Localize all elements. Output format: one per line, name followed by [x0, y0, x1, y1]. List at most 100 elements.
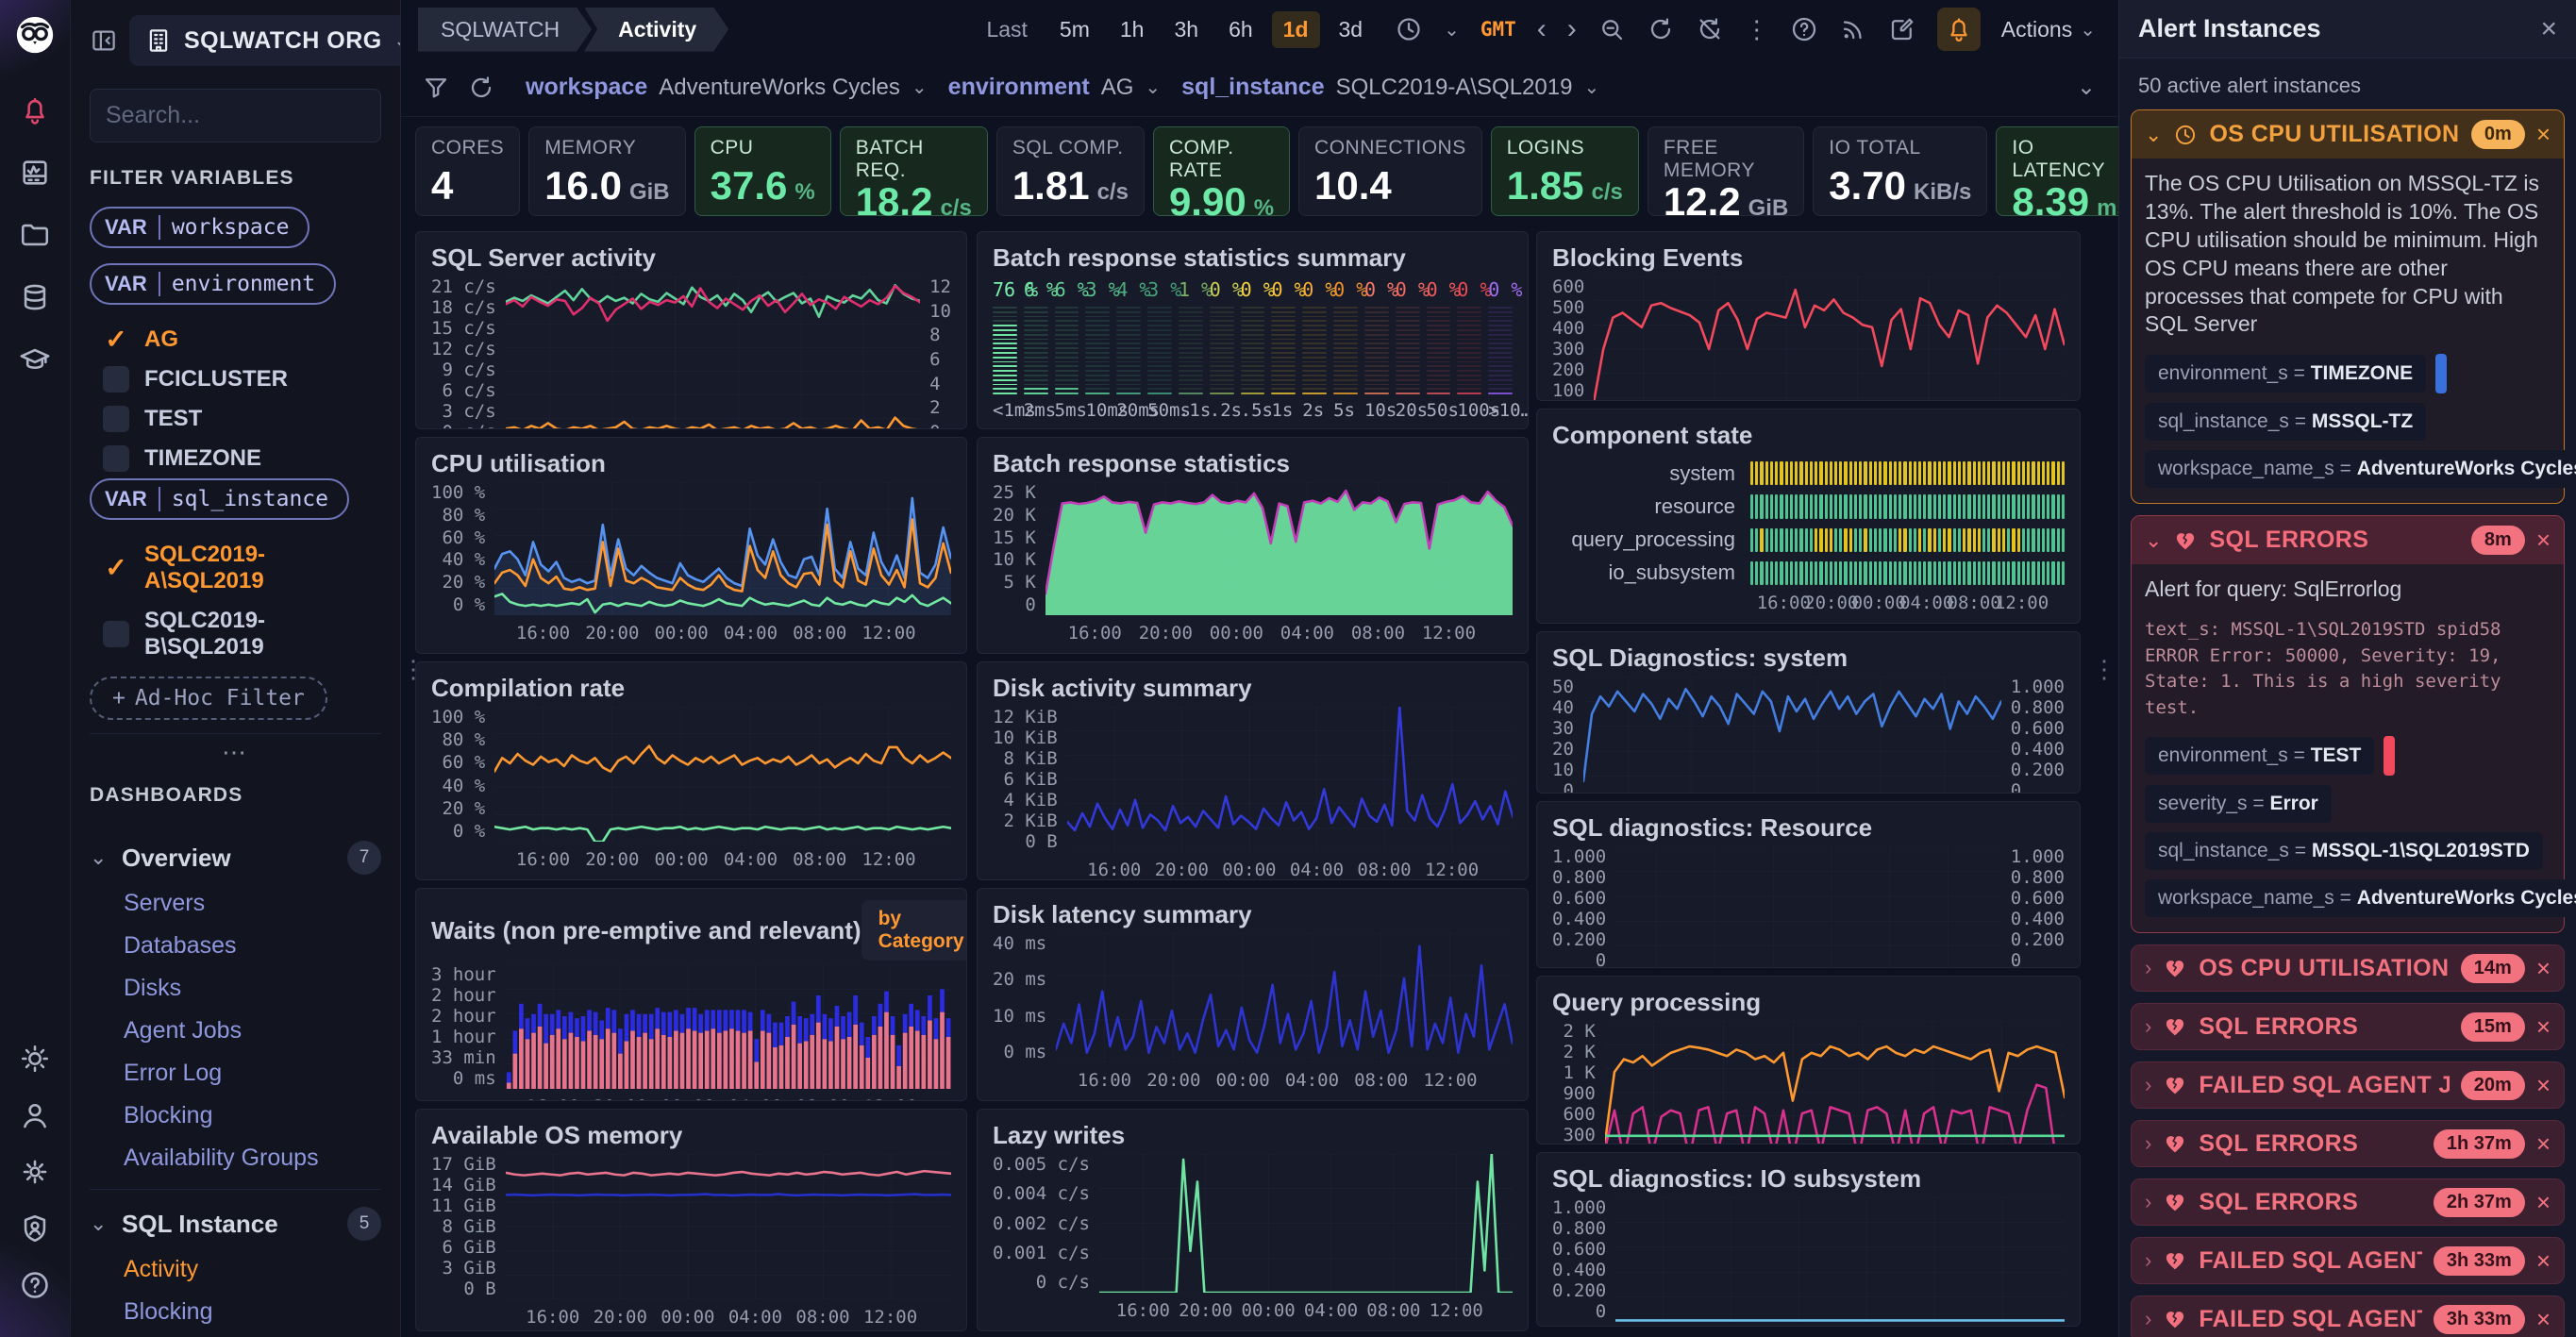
stat-memory: MEMORY16.0GiB — [528, 126, 685, 216]
breadcrumb-sqlwatch[interactable]: SQLWATCH — [418, 8, 592, 52]
sidebar-item-blocking[interactable]: Blocking — [90, 1291, 381, 1333]
notifications-bell-icon[interactable] — [1937, 8, 1981, 51]
led-category-label: 20s — [1396, 394, 1420, 421]
filter-sql_instance[interactable]: sql_instanceSQLC2019-A\SQL2019⌄ — [1181, 74, 1599, 101]
close-alerts-icon[interactable]: × — [2540, 13, 2557, 45]
adhoc-filter-button[interactable]: + Ad-Hoc Filter — [90, 677, 327, 720]
time-shift-forward-icon[interactable]: › — [1567, 13, 1577, 45]
datasources-icon[interactable] — [13, 276, 57, 319]
alert-card-collapsed[interactable]: ›FAILED SQL AGENT JOBS3h 33m× — [2131, 1237, 2565, 1284]
close-icon[interactable]: × — [2536, 1129, 2551, 1159]
profile-icon[interactable] — [13, 1094, 57, 1137]
sidebar-item-activity[interactable]: Activity — [90, 1248, 381, 1291]
time-range-1d[interactable]: 1d — [1272, 11, 1320, 48]
time-range-5m[interactable]: 5m — [1048, 11, 1101, 48]
help-icon[interactable] — [13, 1263, 57, 1307]
dashboard-section-header[interactable]: ⌄Overview7 — [90, 833, 381, 882]
sidebar-item-blocking[interactable]: Blocking — [90, 1095, 381, 1137]
led-column-10ms: 3 %10ms — [1085, 278, 1110, 421]
sidebar-item-databases[interactable]: Databases — [90, 925, 381, 967]
alert-card-collapsed[interactable]: ›FAILED SQL AGENT JOBS20m× — [2131, 1061, 2565, 1109]
org-switcher-button[interactable]: SQLWATCH ORG ⌄ — [129, 15, 401, 66]
close-icon[interactable]: × — [2536, 1246, 2551, 1276]
time-range-6h[interactable]: 6h — [1217, 11, 1264, 48]
timezone-button[interactable]: GMT — [1480, 18, 1516, 41]
alert-card-header[interactable]: ⌄SQL ERRORS8m× — [2132, 516, 2564, 564]
folders-icon[interactable] — [13, 213, 57, 257]
filter-option[interactable]: TEST — [90, 399, 381, 439]
time-range-3d[interactable]: 3d — [1328, 11, 1375, 48]
filter-workspace[interactable]: workspaceAdventureWorks Cycles⌄ — [526, 74, 928, 101]
edit-panel-icon[interactable] — [1888, 15, 1916, 43]
sync-icon[interactable] — [467, 74, 495, 102]
search-input[interactable] — [90, 89, 381, 142]
time-range-3h[interactable]: 3h — [1163, 11, 1210, 48]
live-stream-icon[interactable] — [1839, 15, 1867, 43]
close-icon[interactable]: × — [2536, 954, 2551, 983]
led-cell — [1488, 325, 1513, 326]
alert-card-collapsed[interactable]: ›FAILED SQL AGENT JOBS3h 33m× — [2131, 1295, 2565, 1337]
refresh-icon[interactable] — [1647, 15, 1675, 43]
sidebar-section-handle[interactable]: ⋯ — [90, 733, 381, 767]
led-cell — [1396, 384, 1420, 386]
var-pill-workspace[interactable]: VARworkspace — [90, 207, 309, 248]
collapse-sidebar-icon[interactable] — [90, 26, 118, 55]
dashboards-icon[interactable] — [13, 151, 57, 194]
time-range-1h[interactable]: 1h — [1109, 11, 1156, 48]
time-shift-back-icon[interactable]: ‹ — [1537, 13, 1547, 45]
time-picker-chevron-icon[interactable]: ⌄ — [1444, 18, 1460, 42]
stat-label: SQL COMP. — [1012, 137, 1129, 159]
more-options-icon[interactable]: ⋮ — [1745, 15, 1769, 44]
close-icon[interactable]: × — [2536, 1305, 2551, 1334]
filter-option[interactable]: ✓AG — [90, 320, 381, 359]
close-icon[interactable]: × — [2536, 1012, 2551, 1042]
close-icon[interactable]: × — [2536, 1188, 2551, 1217]
filter-option[interactable]: ✓SQLC2019-A\SQL2019 — [90, 535, 381, 601]
auto-refresh-off-icon[interactable] — [1696, 15, 1724, 43]
alerts-resize-handle[interactable]: ⋮ — [2092, 664, 2116, 674]
dashboard-section-header[interactable]: ⌄SQL Instance5 — [90, 1199, 381, 1248]
sidebar-item-servers[interactable]: Servers — [90, 882, 381, 925]
alert-card-header[interactable]: ⌄OS CPU UTILISATION0m× — [2132, 110, 2564, 159]
zoom-out-icon[interactable] — [1597, 15, 1626, 43]
alert-card-collapsed[interactable]: ›OS CPU UTILISATION14m× — [2131, 944, 2565, 992]
theme-sun-icon[interactable] — [13, 1037, 57, 1080]
breadcrumb-activity[interactable]: Activity — [584, 8, 728, 52]
alert-card-expanded[interactable]: ⌄OS CPU UTILISATION0m×The OS CPU Utilisa… — [2131, 109, 2565, 504]
admin-shield-icon[interactable] — [13, 1207, 57, 1250]
filter-option[interactable]: TIMEZONE — [90, 439, 381, 478]
alert-card-collapsed[interactable]: ›SQL ERRORS15m× — [2131, 1003, 2565, 1050]
close-icon[interactable]: × — [2536, 120, 2551, 149]
filter-option[interactable]: SQLC2019-B\SQL2019 — [90, 601, 381, 667]
settings-gear-icon[interactable] — [13, 1150, 57, 1194]
close-icon[interactable]: × — [2536, 1071, 2551, 1100]
y-axis-labels: 6005004003002001000 — [1552, 276, 1594, 401]
help-circle-icon[interactable] — [1790, 15, 1818, 43]
time-picker-clock-icon[interactable] — [1395, 15, 1423, 43]
alert-card-collapsed[interactable]: ›SQL ERRORS2h 37m× — [2131, 1178, 2565, 1226]
chart-body: 2 K2 K1 K9006003000-30016:0020:0000:0004… — [1552, 1021, 2065, 1136]
alert-card-collapsed[interactable]: ›SQL ERRORS1h 37m× — [2131, 1120, 2565, 1167]
toggle-option[interactable]: by Category — [865, 904, 967, 957]
learn-icon[interactable] — [13, 338, 57, 381]
var-pill-environment[interactable]: VARenvironment — [90, 263, 336, 305]
sidebar-item-disks[interactable]: Disks — [90, 967, 381, 1010]
filter-option[interactable]: FCICLUSTER — [90, 359, 381, 399]
sidebar-item-requests[interactable]: Requests — [90, 1333, 381, 1337]
sidebar-resize-handle[interactable]: ⋮ — [401, 664, 426, 674]
sidebar-item-availability-groups[interactable]: Availability Groups — [90, 1137, 381, 1179]
var-pill-sql_instance[interactable]: VARsql_instance — [90, 478, 349, 520]
panel-title: SQL Server activity — [431, 243, 656, 273]
actions-menu-button[interactable]: Actions ⌄ — [2001, 17, 2096, 42]
filter-environment[interactable]: environmentAG⌄ — [948, 74, 1161, 101]
alert-card-expanded[interactable]: ⌄SQL ERRORS8m×Alert for query: SqlErrorl… — [2131, 515, 2565, 933]
alerting-bell-icon[interactable] — [13, 89, 57, 132]
sqlwatch-logo-icon[interactable] — [13, 13, 57, 57]
funnel-icon[interactable] — [422, 74, 450, 102]
sidebar-item-error-log[interactable]: Error Log — [90, 1052, 381, 1095]
led-cell — [1210, 388, 1234, 390]
sidebar-item-agent-jobs[interactable]: Agent Jobs — [90, 1010, 381, 1052]
collapse-filters-chevron-icon[interactable]: ⌄ — [2077, 74, 2096, 101]
state-cell — [1909, 528, 1912, 552]
close-icon[interactable]: × — [2536, 526, 2551, 555]
